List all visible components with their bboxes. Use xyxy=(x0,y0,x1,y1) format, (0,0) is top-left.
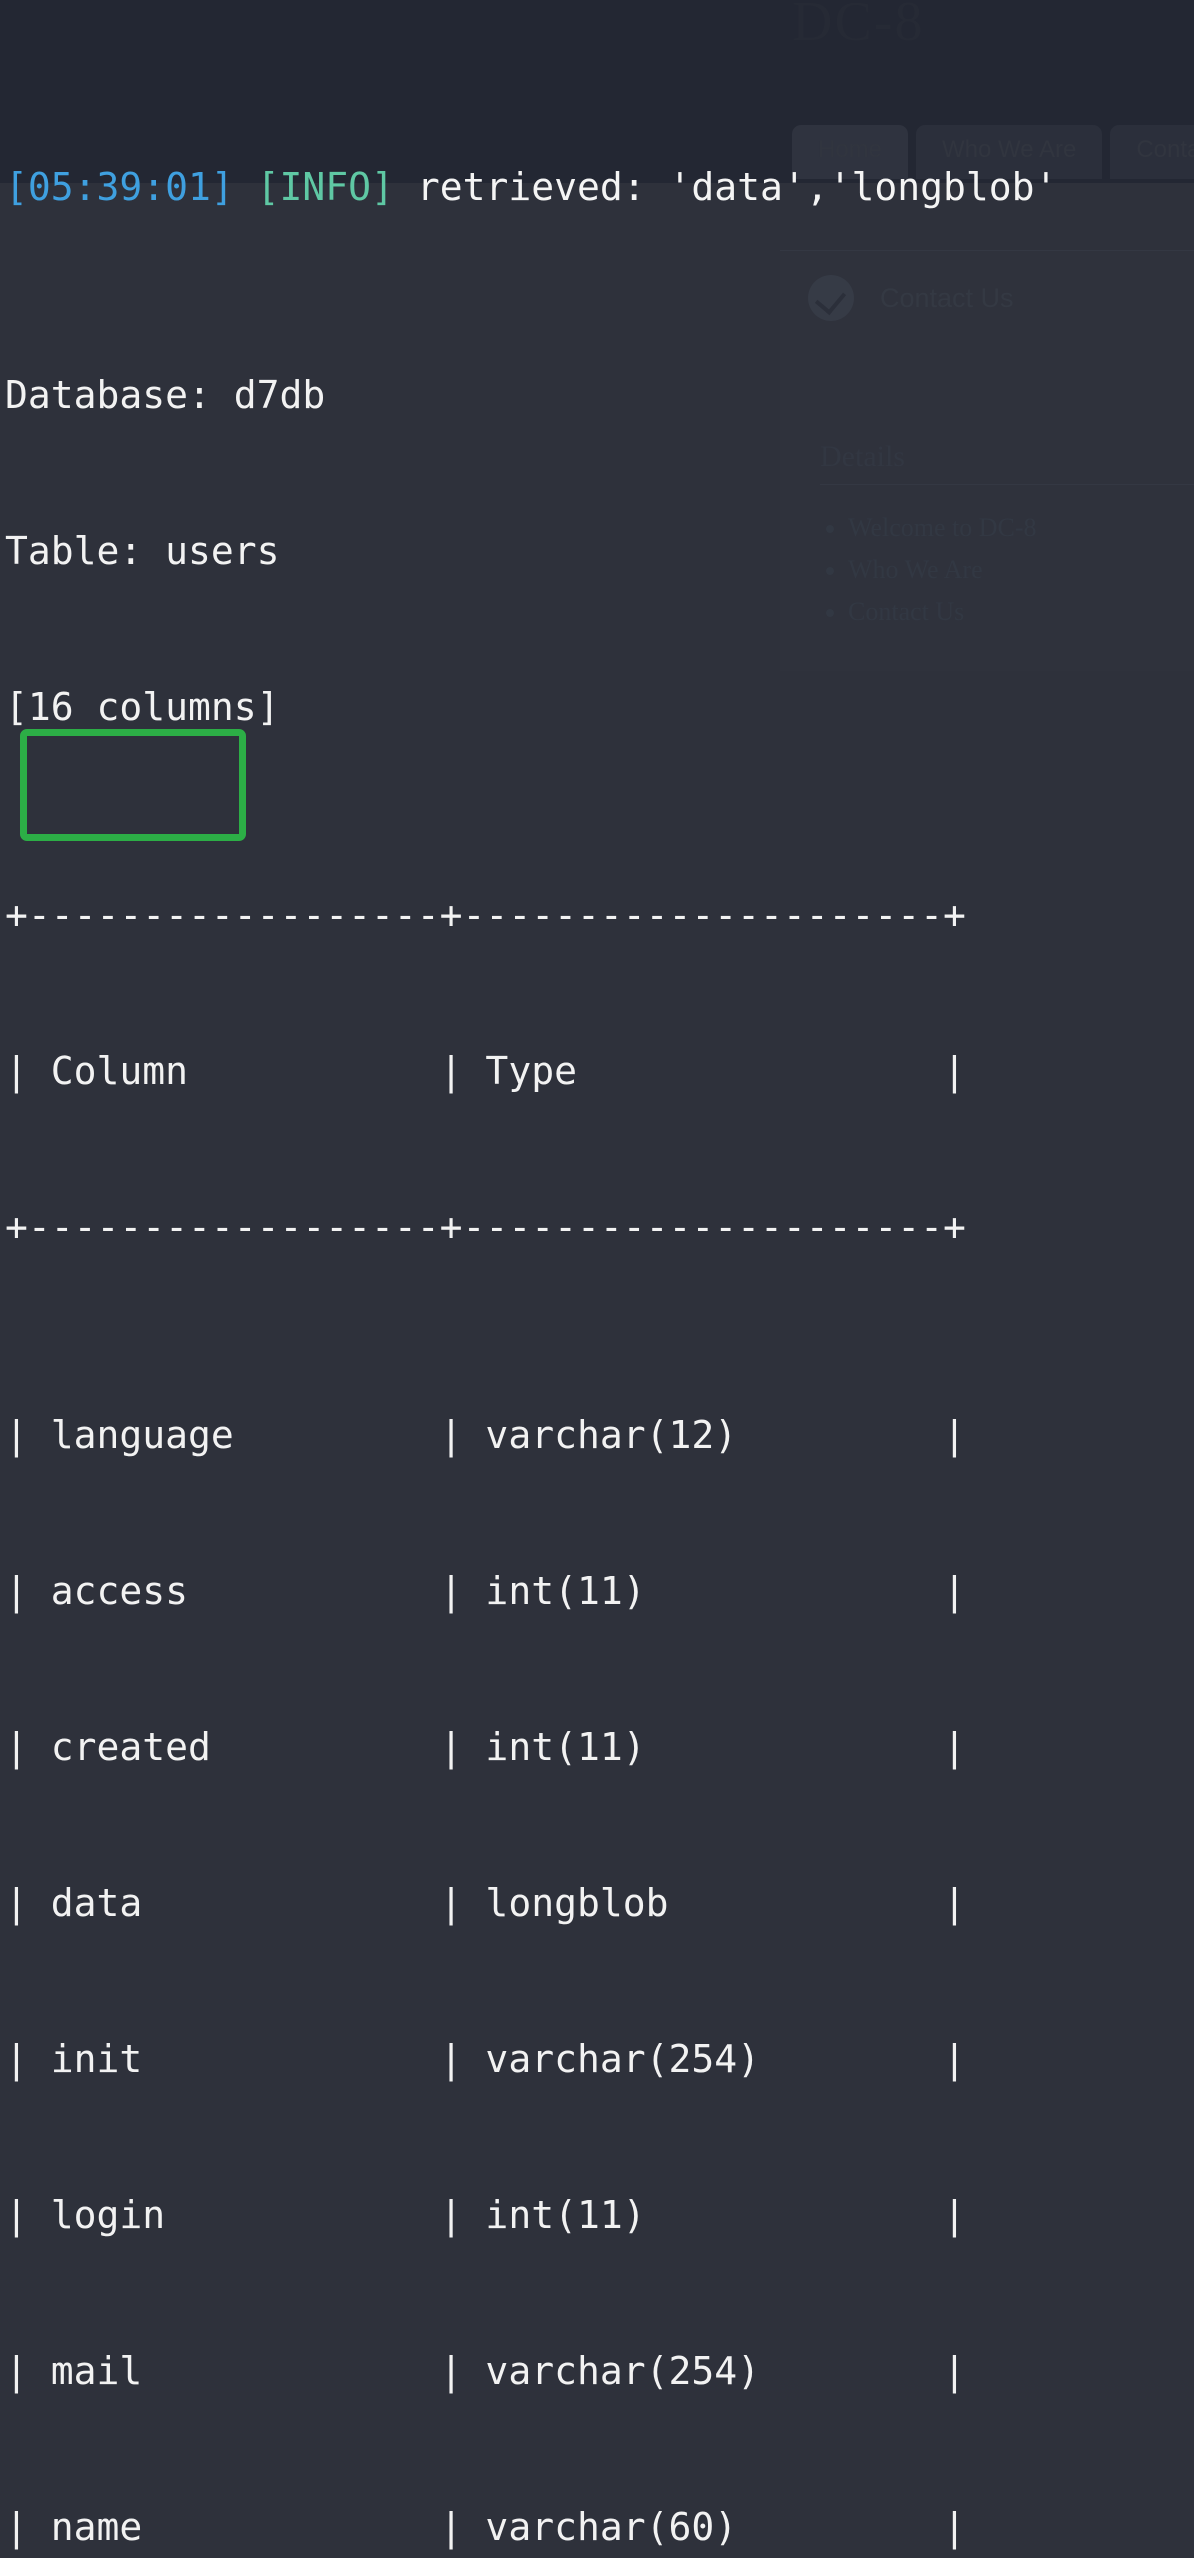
table-border-top: +------------------+--------------------… xyxy=(5,893,966,937)
log-timestamp: [05:39:01] xyxy=(5,165,234,209)
column-count-line: [16 columns] xyxy=(5,685,280,729)
table-line: Table: users xyxy=(5,529,280,573)
table-row: | init | varchar(254) | xyxy=(5,2037,966,2081)
table-border-mid: +------------------+--------------------… xyxy=(5,1205,966,1249)
table-row: | access | int(11) | xyxy=(5,1569,966,1613)
table-row: | mail | varchar(254) | xyxy=(5,2349,966,2393)
table-row: | data | longblob | xyxy=(5,1881,966,1925)
table-header-row: | Column | Type | xyxy=(5,1049,966,1093)
log-level-badge: [INFO] xyxy=(256,165,394,209)
table-row: | login | int(11) | xyxy=(5,2193,966,2237)
database-line: Database: d7db xyxy=(5,373,326,417)
log-line-retrieved: [05:39:01] [INFO] retrieved: 'data','lon… xyxy=(5,161,1194,213)
table-row: | language | varchar(12) | xyxy=(5,1413,966,1457)
table-row-name: | name | varchar(60) | xyxy=(5,2505,966,2549)
table-row: | created | int(11) | xyxy=(5,1725,966,1769)
log-message: retrieved: 'data','longblob' xyxy=(393,165,1058,209)
terminal-output[interactable]: [05:39:01] [INFO] retrieved: 'data','lon… xyxy=(0,0,1194,2558)
